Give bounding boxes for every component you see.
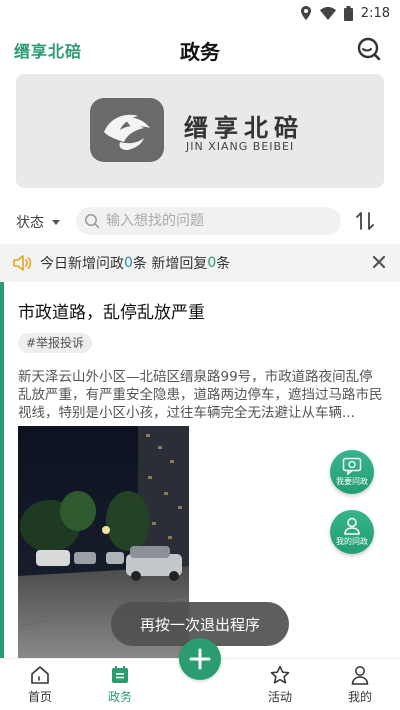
user-icon bbox=[351, 666, 369, 685]
ask-question-label: 我要问政 bbox=[336, 477, 368, 486]
post-tag[interactable]: #举报投诉 bbox=[18, 333, 93, 353]
notice-suffix: 条 bbox=[216, 256, 231, 272]
close-icon bbox=[372, 255, 386, 269]
notice-close-button[interactable] bbox=[372, 255, 386, 269]
nav-mine[interactable]: 我的 bbox=[330, 665, 390, 705]
daily-notice-bar: 今日新增问政 0 条 新增回复 0 条 bbox=[0, 244, 400, 282]
my-questions-label: 我的问政 bbox=[336, 537, 368, 546]
calendar-list-icon bbox=[112, 666, 128, 683]
app-header: 缙享北碚 政务 bbox=[0, 30, 400, 70]
new-reply-count: 0 bbox=[207, 255, 217, 271]
status-bar: 2:18 bbox=[0, 0, 400, 26]
nav-home-label: 首页 bbox=[27, 690, 52, 704]
nav-gov-label: 政务 bbox=[107, 690, 132, 704]
status-dropdown-label: 状态 bbox=[16, 215, 44, 231]
home-icon bbox=[31, 666, 49, 684]
nav-activity[interactable]: 活动 bbox=[250, 665, 310, 705]
add-post-button[interactable] bbox=[179, 638, 221, 680]
notice-mid: 条 新增回复 bbox=[132, 256, 208, 272]
search-icon bbox=[85, 214, 100, 229]
battery-icon bbox=[343, 5, 353, 21]
search-field[interactable] bbox=[76, 207, 341, 235]
nav-home[interactable]: 首页 bbox=[10, 665, 70, 705]
nav-mine-label: 我的 bbox=[347, 690, 372, 704]
post-accent-bar bbox=[0, 282, 4, 660]
wifi-icon bbox=[319, 6, 336, 20]
post-title[interactable]: 市政道路，乱停乱放严重 bbox=[18, 298, 205, 323]
nav-activity-label: 活动 bbox=[267, 690, 292, 704]
my-questions-button[interactable]: 我的问政 bbox=[330, 510, 374, 554]
plus-icon bbox=[189, 648, 211, 670]
ask-question-icon bbox=[342, 457, 362, 475]
sort-button[interactable] bbox=[354, 210, 376, 232]
speaker-icon bbox=[13, 255, 32, 271]
location-icon bbox=[300, 6, 311, 20]
search-input[interactable] bbox=[106, 213, 326, 229]
banner-logo-icon bbox=[90, 98, 164, 162]
banner-subtitle: JIN XIANG BEIBEI bbox=[186, 140, 295, 153]
star-icon bbox=[270, 665, 290, 684]
user-profile-icon bbox=[344, 517, 360, 535]
search-icon bbox=[357, 37, 381, 61]
page-title: 政务 bbox=[180, 40, 220, 64]
clock: 2:18 bbox=[360, 5, 390, 21]
sort-icon bbox=[356, 212, 374, 230]
status-dropdown[interactable]: 状态 bbox=[16, 212, 60, 232]
notice-prefix: 今日新增问政 bbox=[40, 256, 124, 272]
banner-title: 缙享北碚 bbox=[184, 113, 304, 142]
caret-down-icon bbox=[52, 219, 60, 225]
nav-gov[interactable]: 政务 bbox=[90, 665, 150, 705]
banner[interactable]: 缙享北碚 JIN XIANG BEIBEI bbox=[16, 74, 384, 188]
post-description: 新天泽云山外小区—北碚区缙泉路99号，市政道路夜间乱停乱放严重，有严重安全隐患，… bbox=[18, 369, 383, 421]
search-button[interactable] bbox=[356, 36, 382, 62]
ask-question-button[interactable]: 我要问政 bbox=[330, 450, 374, 494]
filter-row: 状态 bbox=[0, 206, 400, 236]
new-question-count: 0 bbox=[124, 255, 133, 271]
